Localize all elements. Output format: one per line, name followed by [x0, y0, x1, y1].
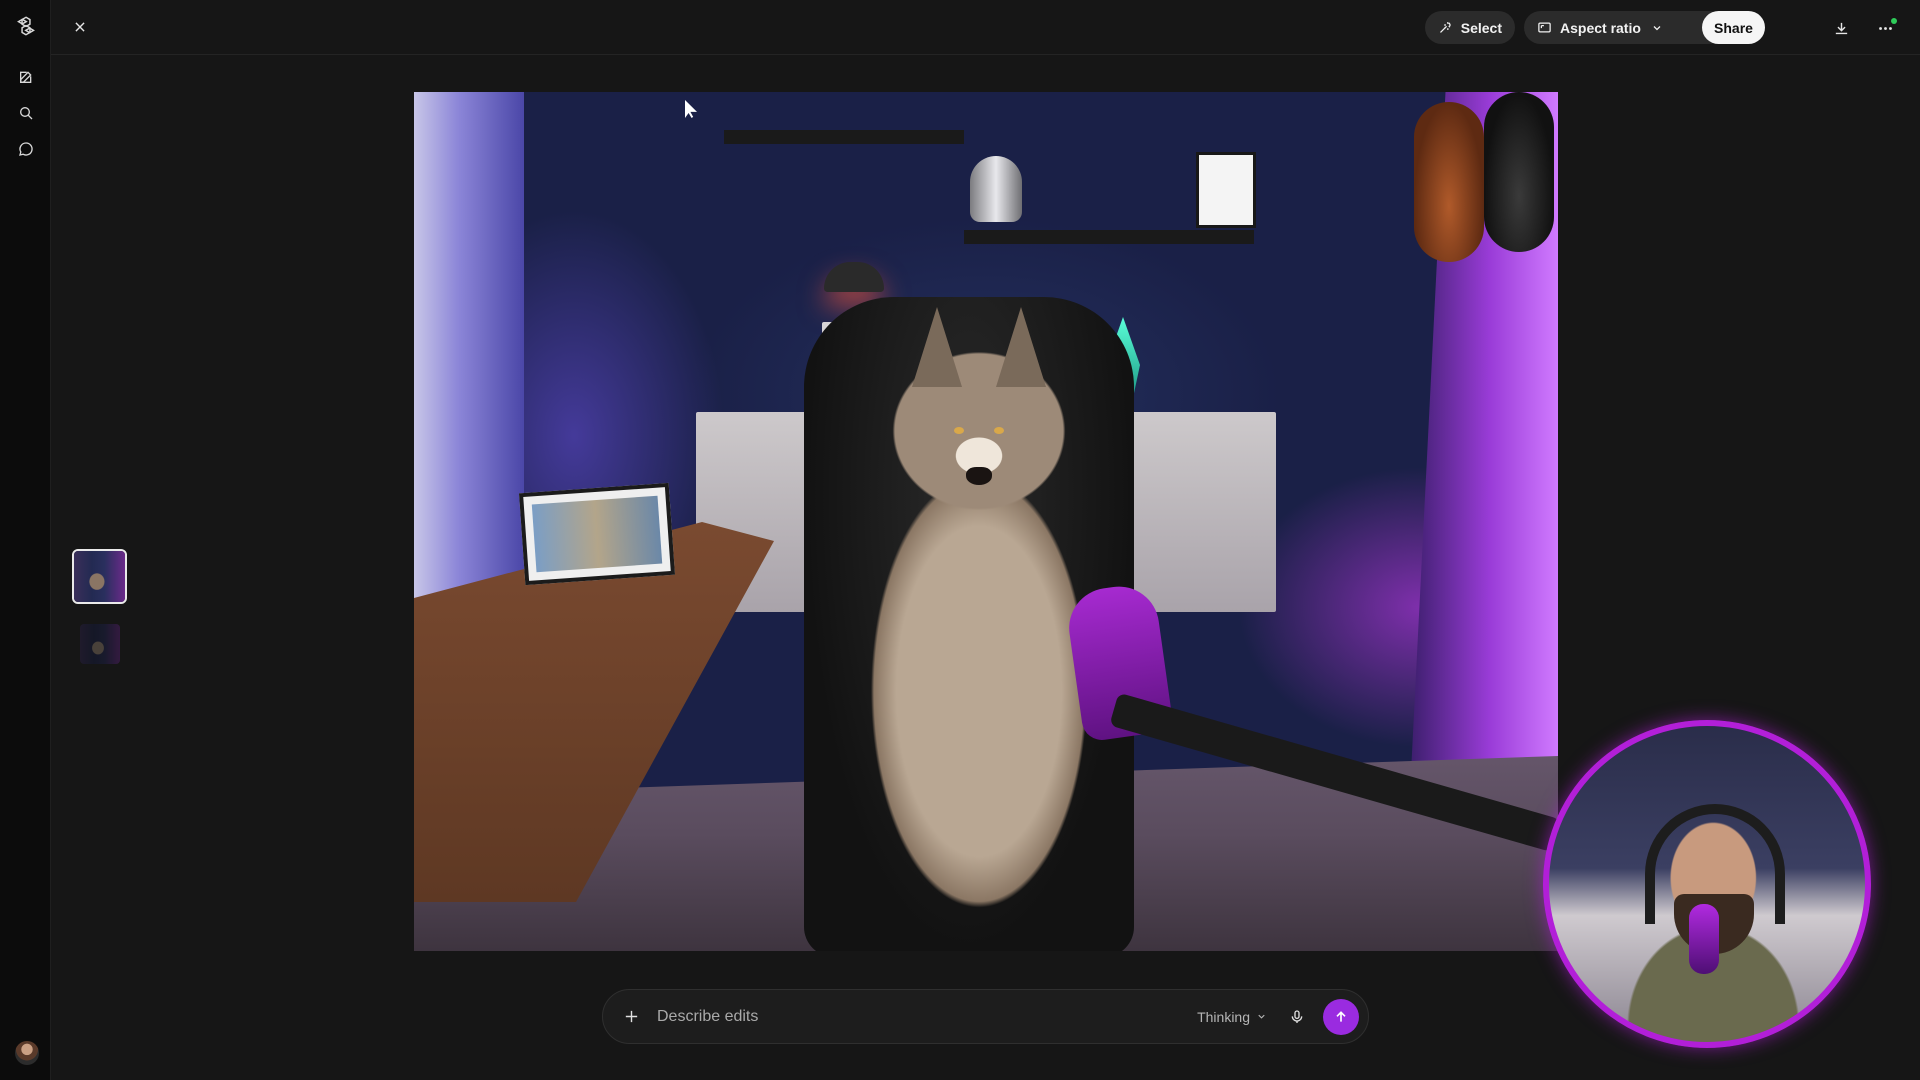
- online-status-dot: [1891, 18, 1897, 24]
- share-button[interactable]: Share: [1702, 11, 1765, 44]
- scene-helmet: [970, 156, 1022, 222]
- scene-wolf: [854, 307, 1104, 927]
- chevron-down-icon: [1653, 25, 1661, 30]
- microphone-icon: [1291, 1009, 1303, 1023]
- thumbnail-image-version-2[interactable]: [78, 622, 122, 666]
- thumbnail-preview: [74, 551, 125, 602]
- scene-framed-portrait: [1196, 152, 1256, 228]
- chat-bubble-icon: [19, 142, 33, 156]
- scene-guitar-2: [1484, 92, 1554, 252]
- voice-input-button[interactable]: [1285, 1005, 1309, 1029]
- aspect-ratio-icon: [1538, 22, 1551, 33]
- select-label: Select: [1460, 19, 1502, 36]
- aspect-ratio-label: Aspect ratio: [1560, 19, 1641, 36]
- user-avatar[interactable]: [15, 1041, 39, 1065]
- model-mode-dropdown[interactable]: Thinking: [1197, 1009, 1267, 1025]
- chats-button[interactable]: [13, 136, 39, 162]
- aspect-ratio-dropdown[interactable]: Aspect ratio: [1524, 11, 1725, 44]
- share-label: Share: [1714, 19, 1753, 36]
- add-attachment-button[interactable]: [619, 1005, 643, 1029]
- magic-select-icon: [1440, 21, 1451, 33]
- select-button[interactable]: Select: [1425, 11, 1515, 44]
- left-sidebar: [0, 0, 51, 1080]
- edit-icon: [20, 71, 32, 83]
- search-icon: [20, 107, 33, 120]
- thumbnail-image-version-1[interactable]: [72, 549, 127, 604]
- send-button[interactable]: [1323, 998, 1359, 1035]
- webcam-overlay: [1543, 720, 1871, 1048]
- scene-shelf-top: [724, 130, 964, 144]
- scene-shelf-middle: [964, 230, 1254, 244]
- describe-edits-input[interactable]: [657, 1007, 1198, 1026]
- scene-lamp: [824, 262, 884, 292]
- model-mode-label: Thinking: [1197, 1008, 1250, 1025]
- mouse-cursor: [685, 100, 697, 118]
- webcam-microphone: [1689, 904, 1719, 974]
- thumbnail-preview: [80, 624, 120, 664]
- close-button[interactable]: [67, 14, 93, 40]
- download-icon: [1835, 22, 1847, 34]
- generated-image-canvas[interactable]: [414, 92, 1558, 951]
- scene-guitar-1: [1414, 102, 1484, 262]
- new-chat-button[interactable]: [13, 64, 39, 90]
- plus-icon: [625, 1010, 637, 1023]
- arrow-up-icon: [1336, 1010, 1346, 1022]
- openai-logo-icon[interactable]: [13, 13, 39, 39]
- edit-composer: Thinking: [602, 989, 1369, 1044]
- search-button[interactable]: [13, 100, 39, 126]
- chevron-down-icon: [1258, 1014, 1265, 1019]
- download-button[interactable]: [1827, 14, 1855, 42]
- close-icon: [75, 22, 85, 32]
- scene-photo-frame: [518, 482, 676, 586]
- more-options-button[interactable]: [1871, 14, 1899, 42]
